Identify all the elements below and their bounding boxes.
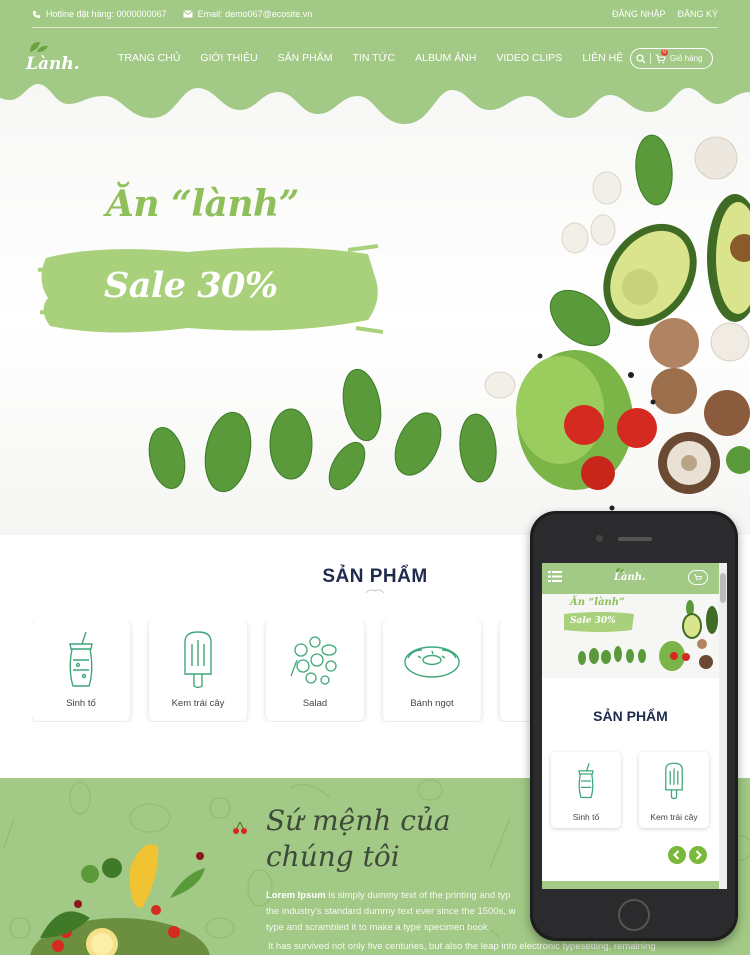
category-label: Bánh ngọt: [410, 698, 454, 709]
mobile-hero-illustration: [564, 600, 718, 671]
email-text: Email: demo067@ecosite.vn: [197, 9, 313, 19]
cart-label: Giỏ hàng: [670, 54, 703, 63]
category-label: T: [500, 698, 532, 709]
carousel-next-button[interactable]: [689, 846, 707, 864]
mobile-card-label: Sinh tố: [572, 812, 600, 822]
auth-links: ĐĂNG NHẬP ĐĂNG KÝ: [612, 9, 718, 19]
mobile-footer-strip: [542, 881, 719, 889]
mobile-scrollbar[interactable]: [719, 563, 727, 889]
hotline-text: Hotline đặt hàng: 0000000067: [46, 9, 167, 19]
donut-icon: [404, 646, 460, 678]
search-icon[interactable]: [636, 53, 646, 64]
mobile-hero-sale: Sale 30%: [570, 616, 616, 626]
mobile-smoothie-icon: [578, 763, 594, 799]
mobile-popsicle-icon: [665, 762, 683, 800]
mobile-card-label: Kem trái cây: [650, 812, 698, 822]
salad-icon: [290, 636, 337, 685]
leaf-icon: [30, 42, 48, 52]
phone-home-button: [618, 899, 650, 931]
mobile-cart-icon: [694, 574, 703, 580]
mobile-section-title: SẢN PHẨM: [593, 708, 668, 724]
header-divider: [32, 27, 718, 28]
category-label: Salad: [302, 698, 328, 709]
email[interactable]: Email: demo067@ecosite.vn: [182, 9, 313, 19]
phone-camera: [596, 535, 603, 542]
mobile-card-smoothie[interactable]: Sinh tố: [551, 752, 621, 828]
phone-speaker: [618, 537, 652, 541]
mission-title-line1: Sứ mệnh của: [266, 804, 451, 837]
phone-screen: Lành. Ăn “lành” Sale 30% SẢN PHẨM Sinh t…: [542, 563, 727, 889]
cart-count-badge: 0: [661, 48, 668, 56]
smoothie-icon: [69, 631, 93, 687]
envelope-icon: [182, 10, 193, 18]
scrollbar-thumb[interactable]: [720, 573, 726, 603]
mission-paragraph-2: It has survived not only five centuries,…: [268, 941, 656, 952]
main-nav: TRANG CHỦ GIỚI THIỆU SẢN PHẨM TIN TỨC AL…: [118, 52, 623, 64]
category-label: Sinh tố: [66, 698, 96, 709]
mission-title: Sứ mệnh của chúng tôi: [266, 803, 451, 875]
hero-sale-text: Sale 30%: [104, 265, 278, 306]
logo-text: Lành.: [26, 54, 80, 74]
mission-bold: Lorem Ipsum: [266, 890, 326, 901]
chevron-left-icon: [673, 850, 680, 860]
menu-icon[interactable]: [548, 571, 562, 582]
cherry-icon: [233, 821, 247, 834]
mobile-hero-title: Ăn “lành”: [570, 597, 625, 608]
mobile-logo-text[interactable]: Lành.: [614, 572, 646, 583]
site-header: Hotline đặt hàng: 0000000067 Email: demo…: [0, 0, 750, 130]
category-card-cake[interactable]: Bánh ngọt: [383, 620, 481, 721]
nav-album[interactable]: ALBUM ẢNH: [415, 52, 476, 64]
nav-home[interactable]: TRANG CHỦ: [118, 52, 180, 64]
mobile-header: Lành.: [542, 563, 719, 594]
mobile-cart-button[interactable]: [688, 570, 708, 585]
chevron-right-icon: [695, 850, 702, 860]
title-ornament-icon: [365, 589, 385, 594]
hotline[interactable]: Hotline đặt hàng: 0000000067: [32, 9, 167, 19]
phone-mockup: Lành. Ăn “lành” Sale 30% SẢN PHẨM Sinh t…: [530, 511, 738, 941]
mobile-hero: Ăn “lành” Sale 30%: [542, 594, 719, 678]
category-card-popsicle[interactable]: Kem trái cây: [149, 620, 247, 721]
nav-videos[interactable]: VIDEO CLIPS: [496, 52, 562, 64]
cart-button[interactable]: 0 Giỏ hàng: [655, 48, 703, 64]
nav-about[interactable]: GIỚI THIỆU: [200, 52, 257, 64]
popsicle-icon: [184, 631, 212, 689]
phone-icon: [32, 10, 41, 18]
search-cart-separator: [650, 53, 651, 64]
mission-text-1: is simply dummy text of the printing and…: [325, 890, 511, 901]
product-category-carousel: Sinh tố Kem trái cây Salad Bánh ngọt: [32, 620, 532, 722]
category-card-smoothie[interactable]: Sinh tố: [32, 620, 130, 721]
mission-title-line2: chúng tôi: [266, 840, 400, 873]
category-label: Kem trái cây: [171, 698, 225, 709]
site-logo[interactable]: Lành.: [26, 40, 84, 76]
login-link[interactable]: ĐĂNG NHẬP: [612, 9, 666, 19]
category-card-salad[interactable]: Salad: [266, 620, 364, 721]
hero-title: Ăn “lành”: [106, 183, 299, 225]
search-cart-box: 0 Giỏ hàng: [630, 48, 713, 69]
nav-contact[interactable]: LIÊN HỆ: [582, 52, 623, 64]
mobile-card-popsicle[interactable]: Kem trái cây: [639, 752, 709, 828]
register-link[interactable]: ĐĂNG KÝ: [677, 9, 718, 19]
nav-news[interactable]: TIN TỨC: [353, 52, 396, 64]
carousel-prev-button[interactable]: [668, 846, 686, 864]
top-bar: Hotline đặt hàng: 0000000067 Email: demo…: [32, 6, 718, 22]
category-card-partial[interactable]: T: [500, 620, 532, 721]
salad-bowl-photo: [30, 844, 210, 955]
nav-products[interactable]: SẢN PHẨM: [278, 52, 333, 64]
